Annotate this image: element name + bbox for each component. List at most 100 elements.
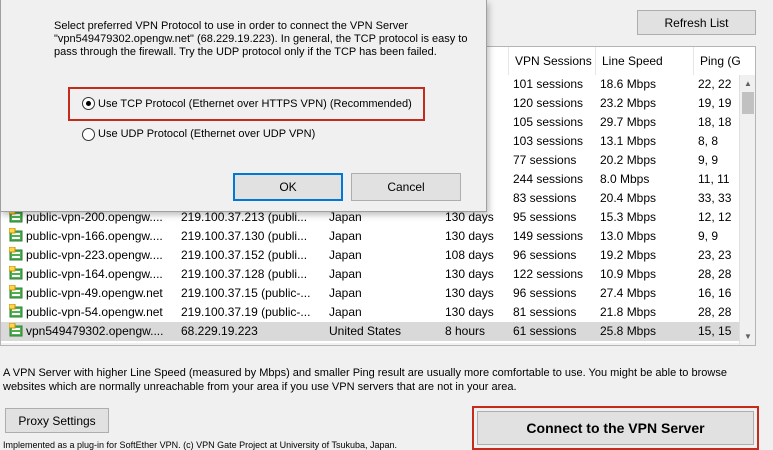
scroll-up-icon[interactable]: ▲	[740, 75, 755, 92]
info-text-line-1: A VPN Server with higher Line Speed (mea…	[3, 367, 727, 379]
cell-text: 96 sessions	[513, 286, 577, 300]
cell-text: 130 days	[445, 305, 494, 319]
cell-speed: 21.8 Mbps	[596, 303, 694, 322]
cell-text: public-vpn-166.opengw....	[26, 229, 163, 243]
info-text-line-2: websites which are normally unreachable …	[3, 381, 517, 393]
column-header-line-speed[interactable]: Line Speed	[596, 47, 694, 75]
dialog-message-line-1: Select preferred VPN Protocol to use in …	[54, 20, 409, 32]
table-row[interactable]: vpn549479302.opengw.... 68.229.19.223 Unit…	[1, 322, 739, 341]
cell-ping: 28, 28	[694, 265, 739, 284]
cell-sessions: 77 sessions	[509, 151, 596, 170]
cell-country: Japan	[325, 227, 441, 246]
cell-text: 219.100.37.152 (publi...	[181, 248, 308, 262]
cell-host: public-vpn-54.opengw.net	[5, 303, 177, 322]
cell-sessions: 105 sessions	[509, 113, 596, 132]
ok-button[interactable]: OK	[233, 173, 343, 201]
cell-ping: 18, 18	[694, 113, 739, 132]
table-row[interactable]: public-vpn-54.opengw.net 219.100.37.19 (p…	[1, 303, 739, 322]
cell-text: Japan	[329, 248, 362, 262]
cell-text: 219.100.37.15 (public-...	[181, 286, 311, 300]
cell-ping: 28, 28	[694, 303, 739, 322]
connect-highlight: Connect to the VPN Server	[472, 406, 759, 450]
table-row[interactable]: public-vpn-164.opengw.... 219.100.37.128 …	[1, 265, 739, 284]
cell-text: 9, 9	[698, 153, 719, 167]
cell-text: 13.0 Mbps	[600, 229, 657, 243]
cell-speed: 29.7 Mbps	[596, 113, 694, 132]
cell-text: Japan	[329, 210, 362, 224]
udp-radio[interactable]	[82, 128, 95, 141]
cell-text: 28, 28	[698, 305, 732, 319]
proxy-settings-button[interactable]: Proxy Settings	[5, 408, 109, 433]
table-row[interactable]: public-vpn-166.opengw.... 219.100.37.130 …	[1, 227, 739, 246]
cell-ip: 219.100.37.19 (public-...	[177, 303, 325, 322]
cell-sessions: 120 sessions	[509, 94, 596, 113]
refresh-list-button[interactable]: Refresh List	[637, 10, 756, 35]
cell-text: 101 sessions	[513, 77, 584, 91]
cell-uptime: 130 days	[441, 284, 509, 303]
table-row[interactable]: public-vpn-49.opengw.net 219.100.37.15 (p…	[1, 284, 739, 303]
cell-text: 244 sessions	[513, 172, 584, 186]
cell-text: 8 hours	[445, 324, 486, 338]
cell-text: 16, 16	[698, 286, 732, 300]
server-icon	[9, 285, 23, 299]
cell-text: 81 sessions	[513, 305, 577, 319]
cell-text: 8.0 Mbps	[600, 172, 650, 186]
cell-ping: 12, 12	[694, 208, 739, 227]
cell-ip: 219.100.37.128 (publi...	[177, 265, 325, 284]
cell-speed: 27.4 Mbps	[596, 284, 694, 303]
cancel-button[interactable]: Cancel	[351, 173, 461, 201]
cell-speed: 13.1 Mbps	[596, 132, 694, 151]
cell-uptime: 130 days	[441, 227, 509, 246]
udp-radio-label[interactable]: Use UDP Protocol (Ethernet over UDP VPN)	[98, 128, 315, 140]
column-header-ping[interactable]: Ping (G	[694, 47, 755, 75]
cell-text: 108 days	[445, 248, 494, 262]
cell-ip: 219.100.37.130 (publi...	[177, 227, 325, 246]
cell-country: Japan	[325, 265, 441, 284]
cell-ping: 23, 23	[694, 246, 739, 265]
scroll-down-icon[interactable]: ▼	[740, 328, 755, 345]
cell-text: 130 days	[445, 210, 494, 224]
cell-speed: 19.2 Mbps	[596, 246, 694, 265]
cell-speed: 18.6 Mbps	[596, 75, 694, 94]
cell-text: 29.7 Mbps	[600, 115, 657, 129]
table-row[interactable]: public-vpn-223.opengw.... 219.100.37.152 …	[1, 246, 739, 265]
cell-ping: 22, 22	[694, 75, 739, 94]
cell-speed: 20.4 Mbps	[596, 189, 694, 208]
cell-text: Japan	[329, 286, 362, 300]
cell-sessions: 103 sessions	[509, 132, 596, 151]
cell-speed: 20.2 Mbps	[596, 151, 694, 170]
cell-text: Japan	[329, 267, 362, 281]
cell-text: 130 days	[445, 286, 494, 300]
cell-text: public-vpn-49.opengw.net	[26, 286, 163, 300]
cell-sessions: 101 sessions	[509, 75, 596, 94]
cell-text: 120 sessions	[513, 96, 584, 110]
vertical-scrollbar[interactable]: ▲ ▼	[739, 75, 755, 345]
connect-button[interactable]: Connect to the VPN Server	[477, 411, 754, 445]
tcp-radio[interactable]	[82, 97, 95, 110]
cell-uptime: 130 days	[441, 303, 509, 322]
scroll-thumb[interactable]	[742, 92, 754, 114]
server-icon	[9, 304, 23, 318]
horizontal-scrollbar[interactable]	[1, 343, 739, 345]
cell-speed: 15.3 Mbps	[596, 208, 694, 227]
cell-text: Japan	[329, 229, 362, 243]
cell-text: public-vpn-164.opengw....	[26, 267, 163, 281]
cell-sessions: 244 sessions	[509, 170, 596, 189]
cell-text: 95 sessions	[513, 210, 577, 224]
cell-text: 15.3 Mbps	[600, 210, 657, 224]
cell-speed: 8.0 Mbps	[596, 170, 694, 189]
cell-ping: 19, 19	[694, 94, 739, 113]
cell-text: 77 sessions	[513, 153, 577, 167]
cell-text: 20.2 Mbps	[600, 153, 657, 167]
cell-text: 21.8 Mbps	[600, 305, 657, 319]
cell-text: 219.100.37.213 (publi...	[181, 210, 308, 224]
cell-text: 22, 22	[698, 77, 732, 91]
server-icon	[9, 323, 23, 337]
tcp-radio-label[interactable]: Use TCP Protocol (Ethernet over HTTPS VP…	[98, 98, 412, 110]
cell-speed: 10.9 Mbps	[596, 265, 694, 284]
server-icon	[9, 247, 23, 261]
column-header-sessions[interactable]: VPN Sessions	[509, 47, 596, 75]
cell-text: 83 sessions	[513, 191, 577, 205]
cell-sessions: 61 sessions	[509, 322, 596, 341]
cell-text: 10.9 Mbps	[600, 267, 657, 281]
